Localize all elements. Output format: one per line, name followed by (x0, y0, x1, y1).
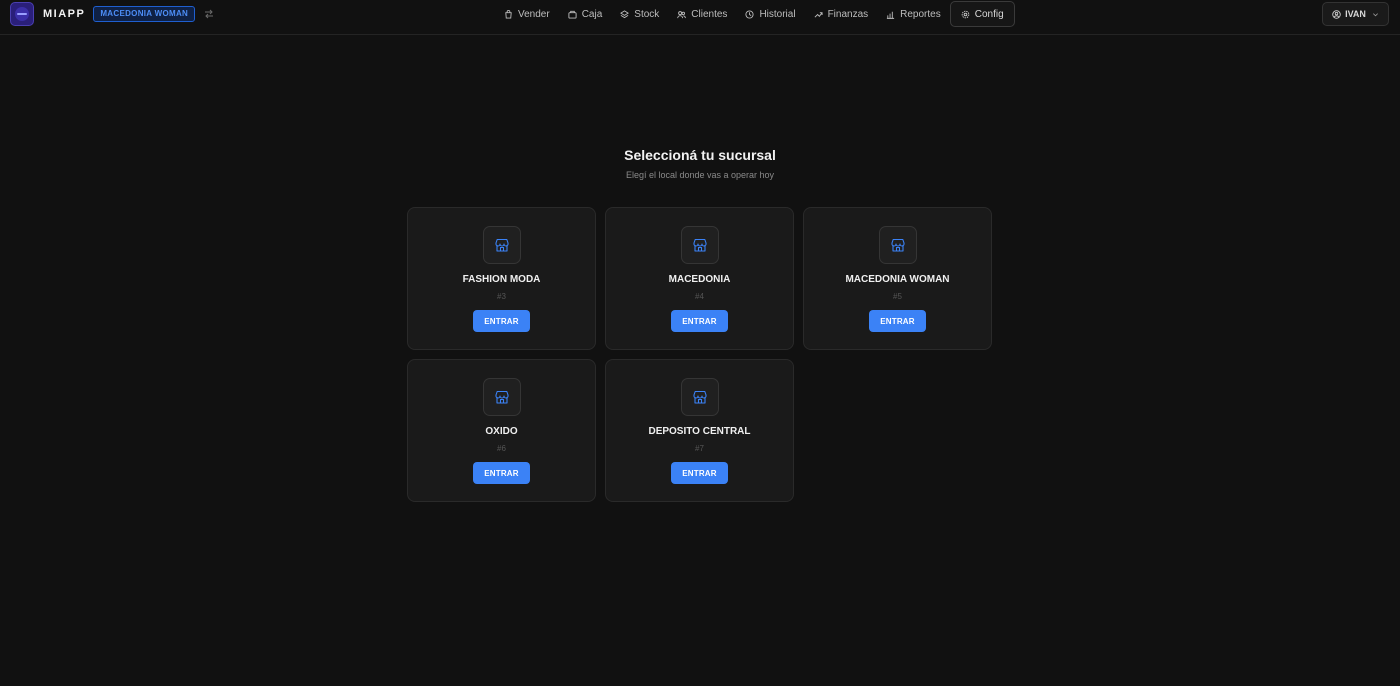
layers-icon (620, 9, 630, 18)
page-subtitle: Elegí el local donde vas a operar hoy (625, 170, 775, 180)
nav-reportes[interactable]: Reportes (877, 1, 950, 27)
branch-card: MACEDONIA WOMAN #5 ENTRAR (803, 207, 992, 350)
nav-finanzas[interactable]: Finanzas (805, 1, 878, 27)
enter-branch-button[interactable]: ENTRAR (473, 310, 530, 332)
main-nav: Vender Caja Stock Clientes Historial Fin… (495, 1, 1015, 27)
brand-name: MIAPP (43, 8, 86, 20)
app-logo-icon (10, 2, 34, 26)
nav-clientes[interactable]: Clientes (668, 1, 736, 27)
branch-name: FASHION MODA (462, 274, 541, 285)
nav-config-label: Config (974, 8, 1004, 20)
store-icon (681, 226, 719, 264)
nav-stock[interactable]: Stock (611, 1, 668, 27)
user-menu-button[interactable]: IVAN (1322, 2, 1389, 26)
branch-card: FASHION MODA #3 ENTRAR (407, 207, 596, 350)
enter-branch-button[interactable]: ENTRAR (473, 462, 530, 484)
branch-number: #4 (695, 292, 704, 301)
store-icon (483, 378, 521, 416)
clock-icon (745, 9, 754, 19)
branch-name: DEPOSITO CENTRAL (648, 426, 751, 437)
top-bar: MIAPP MACEDONIA WOMAN Vender Caja Stock … (0, 0, 1400, 35)
nav-config[interactable]: Config (949, 1, 1015, 27)
branch-card: OXIDO #6 ENTRAR (407, 359, 596, 502)
chevron-down-icon (1372, 12, 1378, 16)
trend-icon (814, 11, 823, 18)
bar-chart-icon (887, 11, 895, 19)
register-icon (568, 10, 577, 19)
nav-finanzas-label: Finanzas (827, 8, 869, 20)
store-icon (681, 378, 719, 416)
branch-number: #3 (497, 292, 506, 301)
nav-stock-label: Stock (634, 8, 660, 20)
branch-number: #7 (695, 444, 704, 453)
store-icon (879, 226, 917, 264)
users-icon (677, 10, 687, 18)
branch-name: MACEDONIA (668, 274, 731, 285)
branch-number: #6 (497, 444, 506, 453)
enter-branch-button[interactable]: ENTRAR (671, 462, 728, 484)
swap-branch-icon[interactable] (204, 9, 214, 19)
nav-caja[interactable]: Caja (559, 1, 612, 27)
nav-vender-label: Vender (518, 8, 550, 20)
nav-reportes-label: Reportes (900, 8, 941, 20)
branch-card: MACEDONIA #4 ENTRAR (605, 207, 794, 350)
page-title: Seleccioná tu sucursal (624, 147, 776, 163)
user-circle-icon (1332, 9, 1341, 19)
branch-card: DEPOSITO CENTRAL #7 ENTRAR (605, 359, 794, 502)
branch-name: MACEDONIA WOMAN (845, 274, 950, 285)
nav-clientes-label: Clientes (691, 8, 728, 20)
nav-vender[interactable]: Vender (495, 1, 559, 27)
nav-historial-label: Historial (759, 8, 796, 20)
brand[interactable]: MIAPP MACEDONIA WOMAN (10, 2, 214, 26)
enter-branch-button[interactable]: ENTRAR (671, 310, 728, 332)
store-icon (483, 226, 521, 264)
branch-name: OXIDO (485, 426, 518, 437)
nav-historial[interactable]: Historial (736, 1, 804, 27)
nav-caja-label: Caja (581, 8, 603, 20)
branch-number: #5 (893, 292, 902, 301)
shopping-bag-icon (505, 9, 512, 19)
user-name: IVAN (1345, 9, 1366, 19)
current-branch-badge[interactable]: MACEDONIA WOMAN (93, 6, 196, 22)
gear-icon (961, 10, 969, 18)
enter-branch-button[interactable]: ENTRAR (869, 310, 926, 332)
